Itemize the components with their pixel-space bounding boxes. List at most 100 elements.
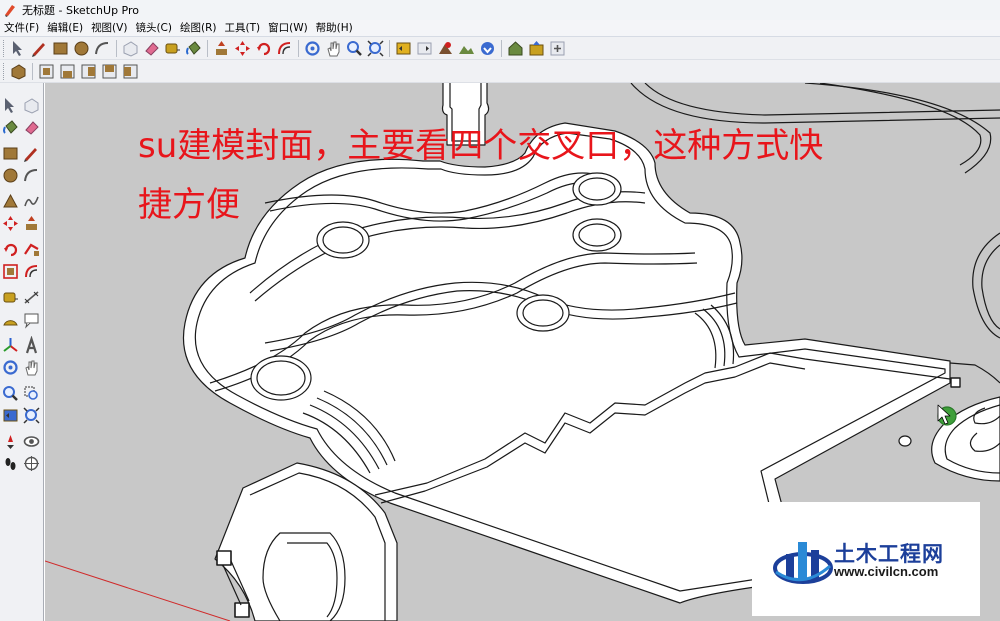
select-icon bbox=[9, 39, 28, 58]
make-component-tool-button[interactable] bbox=[21, 95, 41, 115]
front-view-button[interactable] bbox=[57, 61, 78, 82]
orbit-tool-button[interactable] bbox=[0, 357, 20, 377]
get-models-button[interactable] bbox=[477, 38, 498, 59]
tape-measure-button[interactable] bbox=[162, 38, 183, 59]
eraser-button[interactable] bbox=[141, 38, 162, 59]
position-camera-icon bbox=[1, 432, 20, 451]
next-view-button[interactable] bbox=[414, 38, 435, 59]
circle-tool-button[interactable] bbox=[0, 165, 20, 185]
eraser-icon bbox=[142, 39, 161, 58]
zoom-extents-tool-button[interactable] bbox=[21, 405, 41, 425]
zoom-tool-button[interactable] bbox=[0, 383, 20, 403]
offset-button[interactable] bbox=[274, 38, 295, 59]
freehand-tool-button[interactable] bbox=[21, 191, 41, 211]
window-title: 无标题 - SketchUp Pro bbox=[22, 4, 140, 17]
arc-button[interactable] bbox=[92, 38, 113, 59]
pencil-line-button[interactable] bbox=[29, 38, 50, 59]
position-camera-tool-button[interactable] bbox=[0, 431, 20, 451]
menu-item-2[interactable]: 视图(V) bbox=[87, 20, 131, 36]
circle-icon bbox=[1, 166, 20, 185]
orbit-button[interactable] bbox=[302, 38, 323, 59]
menu-item-0[interactable]: 文件(F) bbox=[0, 20, 43, 36]
zoom-window-icon bbox=[22, 384, 41, 403]
iso-view-icon bbox=[9, 62, 28, 81]
previous-view-button[interactable] bbox=[393, 38, 414, 59]
freehand-icon bbox=[22, 192, 41, 211]
3d-text-tool-button[interactable] bbox=[21, 335, 41, 355]
circle-button[interactable] bbox=[71, 38, 92, 59]
rectangle-tool-button[interactable] bbox=[0, 143, 20, 163]
toolbar-grip[interactable] bbox=[3, 39, 6, 57]
push-pull-button[interactable] bbox=[211, 38, 232, 59]
right-view-button[interactable] bbox=[78, 61, 99, 82]
dimension-tool-button[interactable] bbox=[21, 287, 41, 307]
rectangle-icon bbox=[1, 144, 20, 163]
look-around-icon bbox=[22, 432, 41, 451]
sketchup-app-icon[interactable] bbox=[3, 3, 17, 17]
walk-tool-button[interactable] bbox=[0, 453, 20, 473]
menu-item-7[interactable]: 帮助(H) bbox=[312, 20, 357, 36]
polygon-icon bbox=[1, 192, 20, 211]
main-toolbar bbox=[0, 37, 1000, 60]
rectangle-button[interactable] bbox=[50, 38, 71, 59]
pencil-line-tool-button[interactable] bbox=[21, 143, 41, 163]
title-bar: 无标题 - SketchUp Pro bbox=[0, 0, 1000, 20]
previous-view-tool-button[interactable] bbox=[0, 405, 20, 425]
left-view-button[interactable] bbox=[120, 61, 141, 82]
right-view-icon bbox=[79, 62, 98, 81]
move-button[interactable] bbox=[232, 38, 253, 59]
offset-tool-button[interactable] bbox=[21, 261, 41, 281]
move-tool-button[interactable] bbox=[0, 213, 20, 233]
make-component-button[interactable] bbox=[120, 38, 141, 59]
add-location-icon bbox=[436, 39, 455, 58]
menu-item-3[interactable]: 镜头(C) bbox=[131, 20, 176, 36]
toolbar-separator bbox=[501, 39, 502, 57]
pan-hand-tool-button[interactable] bbox=[21, 357, 41, 377]
section-plane-tool-button[interactable] bbox=[21, 453, 41, 473]
select-button[interactable] bbox=[8, 38, 29, 59]
top-view-button[interactable] bbox=[36, 61, 57, 82]
axes-tool-button[interactable] bbox=[0, 335, 20, 355]
menu-bar: 文件(F) 编辑(E) 视图(V) 镜头(C) 绘图(R) 工具(T) 窗口(W) 帮助(H) bbox=[0, 20, 1000, 37]
red-axis-line bbox=[45, 560, 231, 621]
select-tool-button[interactable] bbox=[0, 95, 20, 115]
toggle-terrain-button[interactable] bbox=[456, 38, 477, 59]
push-pull-tool-button[interactable] bbox=[21, 213, 41, 233]
push-pull-icon bbox=[22, 214, 41, 233]
warehouse-button[interactable] bbox=[505, 38, 526, 59]
menu-item-1[interactable]: 编辑(E) bbox=[43, 20, 87, 36]
scale-icon bbox=[1, 262, 20, 281]
menu-item-5[interactable]: 工具(T) bbox=[220, 20, 264, 36]
paint-bucket-button[interactable] bbox=[183, 38, 204, 59]
paint-bucket-tool-button[interactable] bbox=[0, 117, 20, 137]
polygon-tool-button[interactable] bbox=[0, 191, 20, 211]
eraser-tool-button[interactable] bbox=[21, 117, 41, 137]
menu-item-4[interactable]: 绘图(R) bbox=[176, 20, 221, 36]
rotate-tool-button[interactable] bbox=[0, 239, 20, 259]
text-tool-button[interactable] bbox=[21, 309, 41, 329]
toggle-terrain-icon bbox=[457, 39, 476, 58]
share-model-button[interactable] bbox=[526, 38, 547, 59]
zoom-button[interactable] bbox=[344, 38, 365, 59]
scale-tool-button[interactable] bbox=[0, 261, 20, 281]
toolbar-separator bbox=[389, 39, 390, 57]
tape-measure-tool-button[interactable] bbox=[0, 287, 20, 307]
pan-hand-button[interactable] bbox=[323, 38, 344, 59]
extension-button[interactable] bbox=[547, 38, 568, 59]
iso-view-button[interactable] bbox=[8, 61, 29, 82]
back-view-button[interactable] bbox=[99, 61, 120, 82]
rotate-button[interactable] bbox=[253, 38, 274, 59]
look-around-tool-button[interactable] bbox=[21, 431, 41, 451]
protractor-tool-button[interactable] bbox=[0, 309, 20, 329]
arc-tool-button[interactable] bbox=[21, 165, 41, 185]
toolbar-grip[interactable] bbox=[3, 62, 6, 80]
follow-me-tool-button[interactable] bbox=[21, 239, 41, 259]
share-model-icon bbox=[527, 39, 546, 58]
overlay-caption-line1: su建模封面，主要看四个交叉口，这种方式快 bbox=[138, 126, 824, 166]
zoom-window-tool-button[interactable] bbox=[21, 383, 41, 403]
circle-icon bbox=[72, 39, 91, 58]
zoom-extents-button[interactable] bbox=[365, 38, 386, 59]
add-location-button[interactable] bbox=[435, 38, 456, 59]
pan-hand-icon bbox=[22, 358, 41, 377]
menu-item-6[interactable]: 窗口(W) bbox=[264, 20, 312, 36]
